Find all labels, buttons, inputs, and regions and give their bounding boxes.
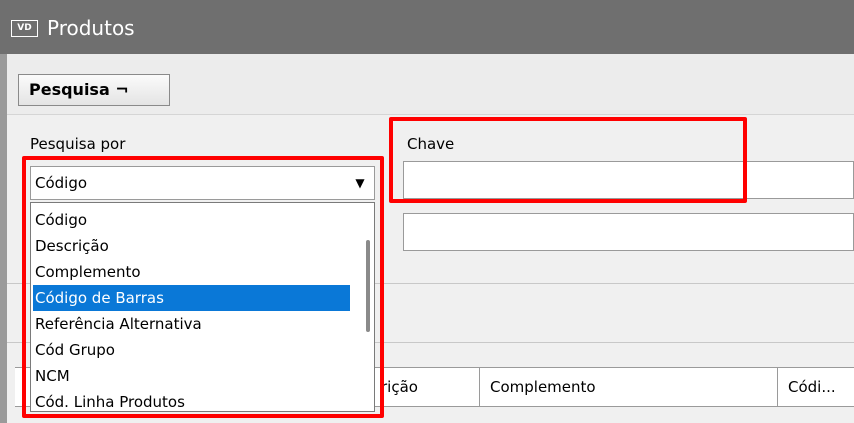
dropdown-option-complemento[interactable]: Complemento	[33, 259, 350, 285]
dropdown-option-cod-grupo[interactable]: Cód Grupo	[33, 337, 350, 363]
search-by-select[interactable]: Código ▼	[30, 166, 375, 200]
secondary-key-input[interactable]	[403, 213, 854, 251]
key-label: Chave	[407, 135, 455, 153]
column-header-complemento[interactable]: Complemento	[479, 368, 777, 406]
dropdown-option-cod-linha-produtos[interactable]: Cód. Linha Produtos	[33, 389, 350, 411]
key-input[interactable]	[403, 161, 854, 199]
tab-pesquisa[interactable]: Pesquisa ¬	[18, 74, 170, 106]
column-header-descricao[interactable]: rição	[370, 368, 479, 406]
dropdown-scrollbar-thumb[interactable]	[366, 240, 370, 332]
column-header-codigo[interactable]: Códi...	[777, 368, 854, 406]
window-title: Produtos	[47, 16, 135, 40]
chevron-down-icon[interactable]: ▼	[350, 172, 370, 194]
dropdown-option-referencia-alternativa[interactable]: Referência Alternativa	[33, 311, 350, 337]
window-frame-left	[0, 54, 7, 423]
dropdown-option-codigo[interactable]: Código	[33, 207, 350, 233]
search-by-selected-value: Código	[35, 174, 88, 192]
dropdown-option-codigo-de-barras[interactable]: Código de Barras	[33, 285, 350, 311]
app-icon: VD	[11, 20, 38, 37]
dropdown-option-ncm[interactable]: NCM	[33, 363, 350, 389]
dropdown-option-descricao[interactable]: Descrição	[33, 233, 350, 259]
search-by-label: Pesquisa por	[30, 135, 126, 153]
title-bar: VD Produtos	[0, 0, 854, 54]
search-by-dropdown-list[interactable]: Código Descrição Complemento Código de B…	[30, 202, 375, 412]
